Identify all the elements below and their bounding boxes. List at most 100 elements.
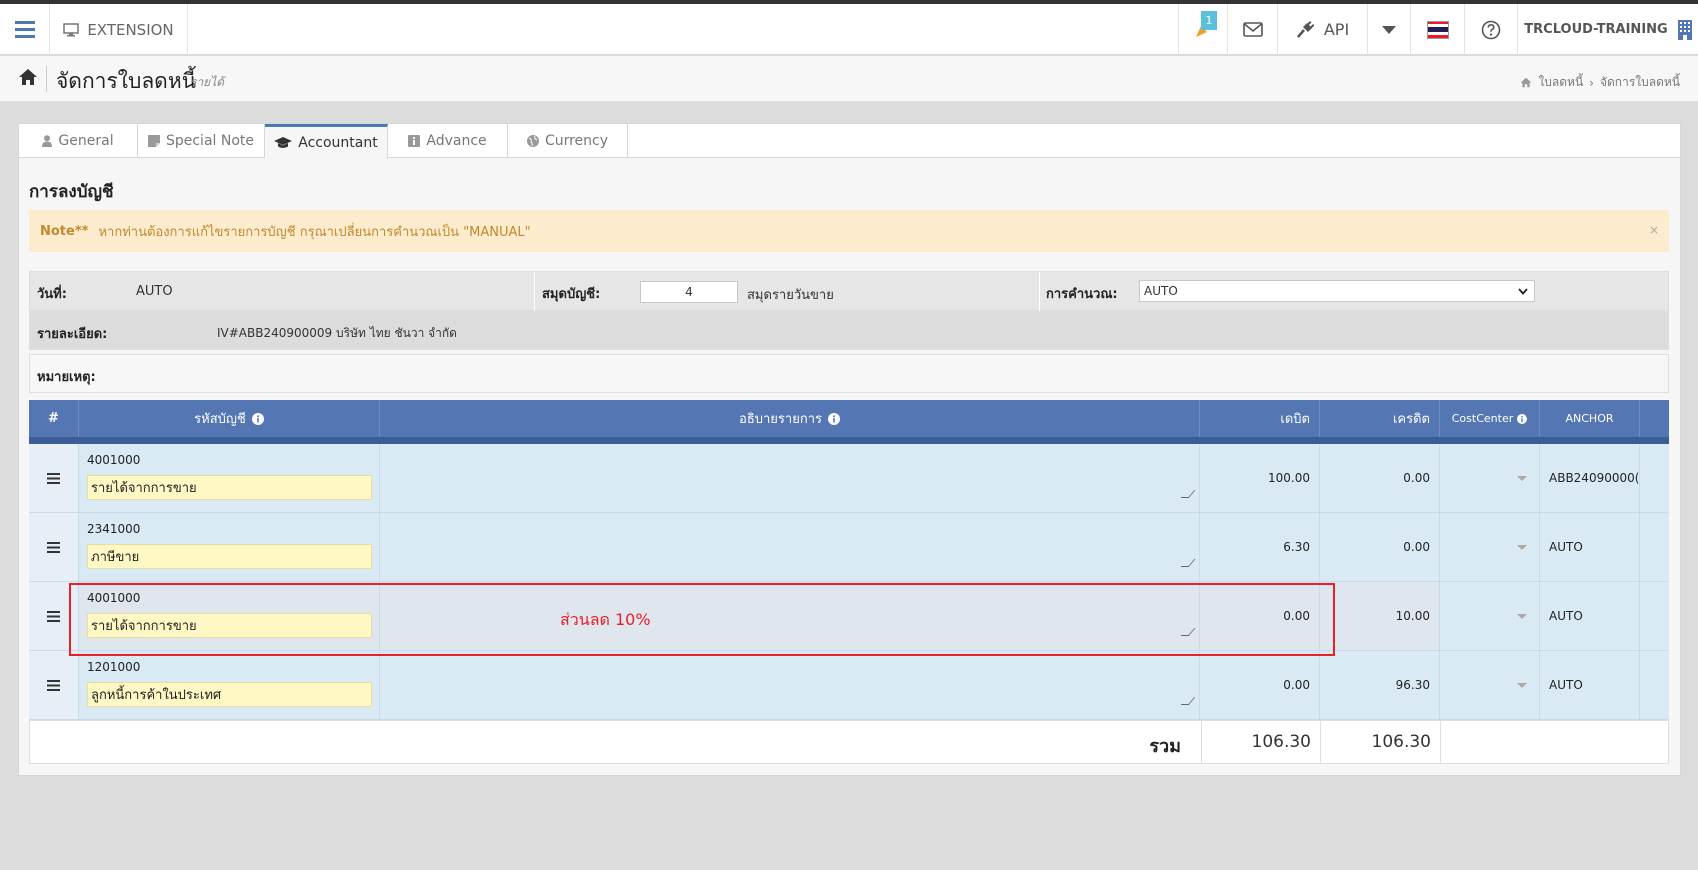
mail-button[interactable]	[1228, 4, 1278, 55]
main-panel: General Special Note Accountant Advance …	[18, 123, 1681, 776]
column-divider	[1039, 272, 1040, 312]
credit-cell[interactable]: 0.00	[1320, 513, 1440, 581]
debit-cell[interactable]: 6.30	[1200, 513, 1320, 581]
header-divider	[46, 66, 47, 92]
account-name-input[interactable]: ลูกหนี้การค้าในประเทศ	[87, 682, 372, 707]
tab-label: Advance	[426, 133, 487, 149]
home-icon[interactable]	[18, 68, 38, 86]
question-circle-icon	[1481, 20, 1501, 39]
info-icon	[408, 135, 421, 147]
account-cell: 4001000 รายได้จากการขาย	[79, 444, 380, 512]
anchor-cell: AUTO	[1540, 513, 1640, 581]
header-debit: เดบิต	[1200, 400, 1320, 437]
drag-handle[interactable]	[29, 513, 79, 581]
anchor-cell: AUTO	[1540, 651, 1640, 719]
hamburger-menu-button[interactable]	[0, 4, 50, 55]
chevron-down-icon	[1518, 287, 1528, 295]
debit-cell[interactable]: 0.00	[1200, 582, 1320, 650]
envelope-icon	[1242, 22, 1263, 37]
total-debit: 106.30	[1201, 721, 1321, 763]
account-code: 1201000	[87, 660, 141, 674]
resize-grip-icon[interactable]	[1180, 490, 1196, 498]
note-text: หากท่านต้องการแก้ไขรายการบัญชี กรุณาเปลี…	[98, 224, 531, 240]
dropdown-toggle-button[interactable]	[1368, 4, 1411, 55]
breadcrumb-item-creditnote[interactable]: ใบลดหนี้	[1538, 73, 1583, 92]
table-row-discount: 4001000 รายได้จากการขาย 0.00 10.00 AUTO	[29, 582, 1669, 651]
description-textarea[interactable]	[380, 444, 1200, 512]
row-tail	[1640, 651, 1669, 719]
costcenter-select[interactable]	[1440, 651, 1540, 719]
resize-grip-icon[interactable]	[1180, 697, 1196, 705]
account-name-input[interactable]: รายได้จากการขาย	[87, 613, 372, 638]
credit-cell[interactable]: 96.30	[1320, 651, 1440, 719]
language-button[interactable]	[1411, 4, 1465, 55]
bars-icon	[47, 541, 60, 553]
account-cell: 4001000 รายได้จากการขาย	[79, 582, 380, 650]
tab-currency[interactable]: Currency	[508, 124, 628, 158]
info-row-journal: วันที่: AUTO สมุดบัญชี: 4 สมุดรายวันขาย …	[29, 271, 1669, 312]
info-row-remark: หมายเหตุ:	[29, 354, 1669, 393]
account-name-input[interactable]: ภาษีขาย	[87, 544, 372, 569]
account-cell: 2341000 ภาษีขาย	[79, 513, 380, 581]
api-button[interactable]: API	[1278, 4, 1368, 55]
credit-cell[interactable]: 10.00	[1320, 582, 1440, 650]
drag-handle[interactable]	[29, 651, 79, 719]
costcenter-select[interactable]	[1440, 444, 1540, 512]
journal-label: สมุดบัญชี:	[542, 287, 601, 302]
calc-select[interactable]: AUTO	[1139, 280, 1535, 302]
warning-note: Note** หากท่านต้องการแก้ไขรายการบัญชี กร…	[29, 210, 1669, 252]
breadcrumb-separator: ›	[1589, 75, 1594, 90]
resize-grip-icon[interactable]	[1180, 559, 1196, 567]
help-button[interactable]	[1465, 4, 1518, 55]
tab-advance[interactable]: Advance	[388, 124, 508, 158]
resize-grip-icon[interactable]	[1180, 628, 1196, 636]
caret-down-icon	[1517, 682, 1527, 688]
caret-down-icon	[1517, 613, 1527, 619]
drag-handle[interactable]	[29, 582, 79, 650]
notification-button[interactable]: 1	[1179, 4, 1228, 55]
detail-value: IV#ABB240900009 บริษัท ไทย ชันวา จำกัด	[217, 326, 457, 340]
costcenter-select[interactable]	[1440, 513, 1540, 581]
debit-cell[interactable]: 100.00	[1200, 444, 1320, 512]
tab-general[interactable]: General	[19, 124, 138, 158]
account-code: 4001000	[87, 591, 141, 605]
extension-button[interactable]: EXTENSION	[50, 4, 188, 55]
costcenter-select[interactable]	[1440, 582, 1540, 650]
tab-special-note[interactable]: Special Note	[138, 124, 265, 158]
description-textarea[interactable]	[380, 513, 1200, 581]
building-icon	[1677, 19, 1692, 40]
thai-flag-icon	[1426, 20, 1449, 39]
tab-label: Special Note	[165, 133, 255, 149]
close-icon[interactable]: ×	[1649, 223, 1659, 237]
note-icon	[147, 135, 160, 147]
table-row: 2341000 ภาษีขาย 6.30 0.00 AUTO	[29, 513, 1669, 582]
calc-select-value: AUTO	[1144, 284, 1178, 298]
row-tail	[1640, 444, 1669, 512]
total-credit: 106.30	[1321, 721, 1441, 763]
account-code: 2341000	[87, 522, 141, 536]
credit-cell[interactable]: 0.00	[1320, 444, 1440, 512]
debit-cell[interactable]: 0.00	[1200, 651, 1320, 719]
home-icon-small	[1521, 77, 1532, 88]
journal-name: สมุดรายวันขาย	[747, 288, 834, 303]
account-name-input[interactable]: รายได้จากการขาย	[87, 475, 372, 500]
header-index: #	[29, 400, 79, 437]
breadcrumb-item-current: จัดการใบลดหนี้	[1599, 75, 1680, 89]
header-costcenter-label: CostCenter	[1451, 412, 1514, 425]
description-textarea[interactable]	[380, 651, 1200, 719]
total-label: รวม	[1149, 736, 1181, 757]
journal-number-input[interactable]: 4	[640, 281, 738, 303]
user-name: TRCLOUD-TRAINING	[1524, 22, 1668, 37]
graduation-cap-icon	[274, 137, 293, 148]
tab-accountant[interactable]: Accountant	[265, 124, 388, 159]
drag-handle[interactable]	[29, 444, 79, 512]
description-textarea[interactable]	[380, 582, 1200, 650]
breadcrumb: ใบลดหนี้ › จัดการใบลดหนี้	[1520, 73, 1680, 92]
plug-icon	[1296, 20, 1314, 38]
tab-label: Accountant	[298, 135, 378, 151]
journal-grid: # รหัสบัญชี อธิบายรายการ เดบิต เครดิต Co…	[29, 400, 1669, 764]
grid-total-row: รวม 106.30 106.30	[29, 720, 1669, 764]
user-menu-button[interactable]: TRCLOUD-TRAINING	[1518, 4, 1698, 55]
remark-label: หมายเหตุ:	[37, 370, 96, 385]
info-circle-icon	[251, 412, 264, 425]
